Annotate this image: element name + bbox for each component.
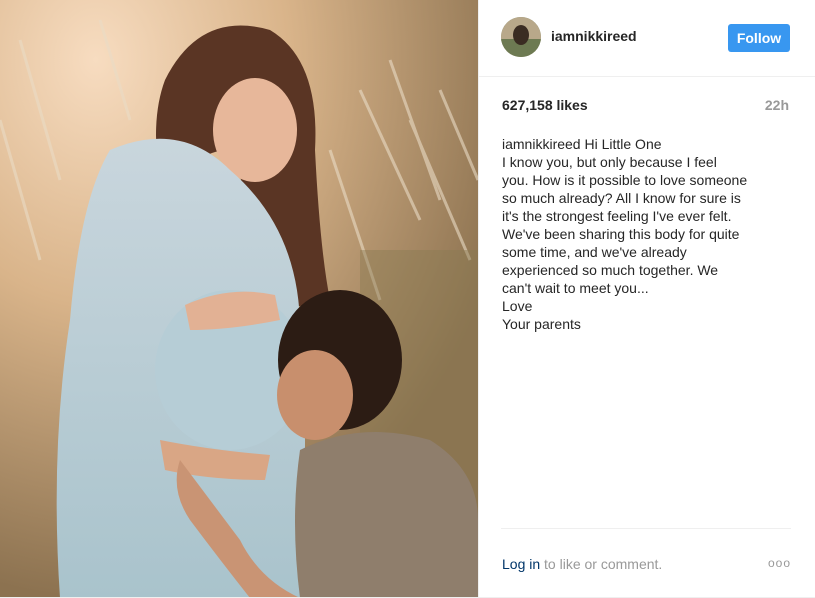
post-caption: iamnikkireed Hi Little One I know you, b… (502, 135, 797, 333)
divider (501, 528, 791, 529)
caption-line: Love (502, 298, 533, 314)
follow-button[interactable]: Follow (728, 24, 790, 52)
post-photo-illustration (0, 0, 478, 598)
caption-line: you. How is it possible to love someone (502, 172, 748, 188)
caption-line: so much already? All I know for sure is (502, 190, 741, 206)
caption-username[interactable]: iamnikkireed (502, 136, 581, 152)
login-prompt: Log in to like or comment. (502, 556, 662, 572)
caption-text: Hi Little One (584, 136, 662, 152)
post-side-panel: iamnikkireed Follow 627,158 likes 22h ia… (478, 0, 815, 598)
avatar-image (501, 17, 541, 57)
caption-line: some time, and we've already (502, 244, 687, 260)
caption-line-0: iamnikkireed Hi Little One (502, 135, 797, 153)
caption-line: I know you, but only because I feel (502, 154, 717, 170)
likes-count[interactable]: 627,158 likes (502, 97, 588, 113)
post-timestamp[interactable]: 22h (765, 97, 789, 113)
username-link[interactable]: iamnikkireed (551, 28, 637, 44)
post-header: iamnikkireed Follow (479, 0, 815, 77)
caption-line: We've been sharing this body for quite (502, 226, 740, 242)
caption-line: it's the strongest feeling I've ever fel… (502, 208, 732, 224)
caption-line: Your parents (502, 316, 581, 332)
login-prompt-text: to like or comment. (540, 556, 663, 572)
post-photo (0, 0, 478, 598)
more-options-icon[interactable]: ooo (768, 556, 791, 570)
login-link[interactable]: Log in (502, 556, 540, 572)
avatar[interactable] (501, 17, 541, 57)
caption-line: experienced so much together. We (502, 262, 719, 278)
caption-line: can't wait to meet you... (502, 280, 649, 296)
